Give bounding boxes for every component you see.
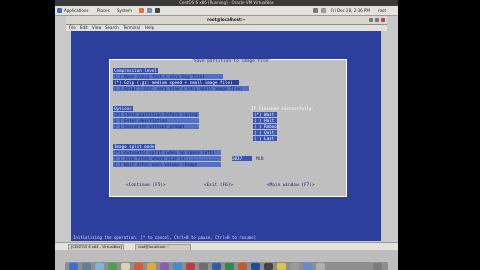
split-size-input[interactable]: 2037	[232, 156, 252, 161]
email-launcher-icon[interactable]	[147, 8, 152, 13]
settings-icon[interactable]	[199, 263, 208, 270]
option-check-partition[interactable]: [X] Check partition before saving	[113, 112, 199, 117]
notes-icon[interactable]	[147, 263, 156, 270]
launchpad-icon[interactable]	[82, 263, 91, 270]
documents-icon[interactable]	[316, 263, 325, 270]
bottom-taskbar: [CENTOS 6 x64 - VirtualBox] root@localho…	[55, 242, 398, 251]
options-label: Options	[113, 106, 133, 111]
compression-label: Compression level	[113, 68, 158, 73]
terminal-area[interactable]: Save partition to image file Compression…	[71, 31, 381, 235]
menu-places[interactable]: Places	[97, 6, 110, 15]
save-partition-dialog: Save partition to image file Compression…	[109, 59, 347, 197]
terminal-launcher-icon[interactable]	[155, 8, 160, 13]
split-mode-label: Image split mode	[113, 144, 156, 149]
word-icon[interactable]	[212, 263, 221, 270]
calendar-icon[interactable]	[134, 263, 143, 270]
itunes-icon[interactable]	[160, 263, 169, 270]
split-option-wait[interactable]: [ ] Wait after each volume change	[113, 162, 221, 167]
photo-icon[interactable]	[186, 263, 195, 270]
main-window-button[interactable]: <Main window (F7)>	[267, 183, 315, 189]
split-option-automatic[interactable]: (*) Automatic split (when no space left)	[113, 150, 221, 155]
excel-icon[interactable]	[225, 263, 234, 270]
terminal-titlebar[interactable]: root@localhost:~	[66, 16, 387, 25]
terminal-icon[interactable]	[264, 263, 273, 270]
finish-option-quit[interactable]: ( ) Quit	[253, 130, 277, 135]
terminal-title: root@localhost:~	[207, 17, 246, 22]
option-enter-description[interactable]: [ ] Enter description	[113, 118, 199, 123]
compression-option-none[interactable]: ( ) None (very fast + very big file)	[113, 74, 223, 79]
finish-option-reboot[interactable]: ( ) Reboot	[253, 124, 279, 129]
maximize-icon[interactable]	[375, 18, 379, 22]
menu-system[interactable]: System	[117, 6, 132, 15]
panel-clock[interactable]: Fri Dec 28, 2:36 PM	[331, 6, 370, 15]
split-size-unit: MiB	[256, 156, 264, 161]
messages-icon[interactable]	[108, 263, 117, 270]
minimize-icon[interactable]	[369, 18, 373, 22]
finish-option-halt[interactable]: ( ) Halt	[253, 118, 277, 123]
preview-icon[interactable]	[290, 263, 299, 270]
network-icon[interactable]	[313, 8, 318, 13]
finder-icon[interactable]	[69, 263, 78, 270]
mail-icon[interactable]	[121, 263, 130, 270]
continue-button[interactable]: <Continue (F5)>	[126, 183, 166, 189]
exit-button[interactable]: <Exit (F6)>	[204, 183, 233, 189]
menu-applications[interactable]: Applications	[64, 6, 88, 15]
status-line: Initializing the operation. [* to cancel…	[71, 234, 381, 241]
virtualbox-icon[interactable]	[251, 263, 260, 270]
downloads-icon[interactable]	[303, 263, 312, 270]
safari-icon[interactable]	[95, 263, 104, 270]
if-finished-label: If finished successfully:	[251, 106, 315, 111]
virtualbox-window: CentOS 6 x86 [Running] - Oracle VM Virtu…	[55, 0, 398, 270]
gnome-top-panel: Applications Places System Fri Dec 28, 2…	[55, 6, 398, 16]
split-option-size[interactable]: ( ) Into files whose size is:...........…	[113, 156, 221, 161]
volume-icon[interactable]	[321, 8, 326, 13]
compression-option-gzip[interactable]: (*) Gzip (.gz: medium speed + small imag…	[113, 80, 239, 85]
finish-option-last[interactable]: ( ) Last	[253, 136, 277, 141]
applications-icon[interactable]	[57, 8, 62, 13]
firefox-launcher-icon[interactable]	[139, 8, 144, 13]
powerpoint-icon[interactable]	[238, 263, 247, 270]
panel-user[interactable]: root	[378, 6, 386, 15]
folder-icon[interactable]	[277, 263, 286, 270]
compression-option-bzip2[interactable]: ( ) Bzip2 (.bz2: very slow + very small …	[113, 86, 249, 91]
finish-option-wait[interactable]: (*) Wait	[253, 112, 277, 117]
option-overwrite[interactable]: [ ] Overwrite without prompt	[113, 124, 199, 129]
trash-icon[interactable]	[373, 263, 382, 270]
close-icon[interactable]	[381, 18, 385, 22]
app-store-icon[interactable]	[173, 263, 182, 270]
dialog-title: Save partition to image file	[192, 59, 271, 65]
